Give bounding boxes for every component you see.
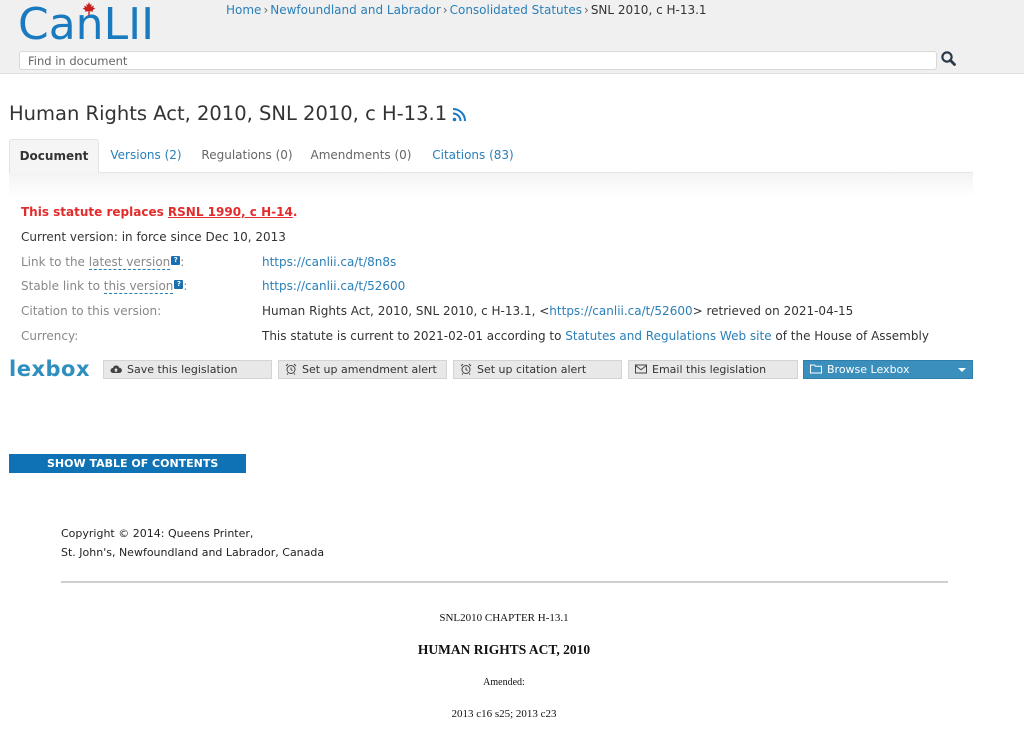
help-icon[interactable]: ? bbox=[171, 256, 181, 265]
button-label: Set up amendment alert bbox=[302, 363, 437, 376]
tab-versions[interactable]: Versions (2) bbox=[101, 139, 191, 173]
tab-citations[interactable]: Citations (83) bbox=[426, 139, 520, 173]
chapter-heading: SNL2010 CHAPTER H-13.1 bbox=[439, 612, 569, 624]
citation-text: Human Rights Act, 2010, SNL 2010, c H-13… bbox=[262, 304, 550, 318]
citation-value: Human Rights Act, 2010, SNL 2010, c H-13… bbox=[262, 304, 853, 318]
tab-amendments[interactable]: Amendments (0) bbox=[304, 139, 418, 173]
dropdown-caret-icon[interactable] bbox=[958, 368, 966, 372]
copyright-notice: Copyright © 2014: Queens Printer, St. Jo… bbox=[61, 524, 324, 562]
page-title-text: Human Rights Act, 2010, SNL 2010, c H-13… bbox=[9, 102, 448, 125]
page-title: Human Rights Act, 2010, SNL 2010, c H-13… bbox=[9, 102, 467, 125]
stable-link-label: Stable link to this version?: bbox=[21, 279, 188, 294]
stable-link-value: https://canlii.ca/t/52600 bbox=[262, 279, 405, 293]
currency-text: This statute is current to 2021-02-01 ac… bbox=[262, 329, 566, 343]
canlii-logo[interactable]: CanLII bbox=[18, 2, 154, 48]
label-text: Stable link to bbox=[21, 279, 104, 293]
folder-icon bbox=[810, 364, 822, 374]
document-tabs: Document Versions (2) Regulations (0) Am… bbox=[9, 139, 973, 197]
breadcrumb-home[interactable]: Home bbox=[226, 3, 261, 17]
button-label: Email this legislation bbox=[652, 363, 767, 376]
this-version-tooltip[interactable]: this version bbox=[103, 279, 174, 294]
statutes-website-link[interactable]: Statutes and Regulations Web site bbox=[565, 329, 771, 343]
lexbox-logo: lexbox bbox=[9, 357, 90, 381]
breadcrumb-separator: › bbox=[584, 3, 589, 17]
breadcrumb-separator: › bbox=[442, 3, 448, 17]
stable-link[interactable]: https://canlii.ca/t/52600 bbox=[262, 279, 405, 293]
tab-regulations[interactable]: Regulations (0) bbox=[193, 139, 301, 173]
replaced-statute-link[interactable]: RSNL 1990, c H-14 bbox=[168, 205, 293, 219]
citation-label: Citation to this version: bbox=[21, 304, 162, 318]
rss-feed-icon[interactable] bbox=[452, 107, 467, 122]
current-version-text: Current version: in force since Dec 10, … bbox=[21, 230, 286, 244]
site-header: CanLII Home › Newfoundland and Labrador › Co… bbox=[0, 0, 1024, 74]
copyright-line-2: St. John's, Newfoundland and Labrador, C… bbox=[61, 546, 325, 559]
breadcrumb-newfoundland[interactable]: Newfoundland and Labrador bbox=[270, 3, 441, 17]
tab-document[interactable]: Document bbox=[9, 139, 99, 173]
amendments-list: 2013 c16 s25; 2013 c23 bbox=[451, 708, 557, 720]
horizontal-divider bbox=[61, 581, 948, 583]
label-colon: : bbox=[183, 279, 188, 293]
cloud-upload-icon bbox=[110, 365, 122, 373]
breadcrumb-current: SNL 2010, c H-13.1 bbox=[590, 3, 707, 17]
button-label: Save this legislation bbox=[127, 363, 238, 376]
latest-version-value: https://canlii.ca/t/8n8s bbox=[262, 255, 396, 269]
citation-retrieved: > retrieved on 2021-04-15 bbox=[692, 304, 854, 318]
notice-suffix: . bbox=[292, 205, 298, 219]
alarm-clock-icon bbox=[285, 363, 297, 375]
replacement-notice: This statute replaces RSNL 1990, c H-14. bbox=[21, 205, 297, 219]
maple-leaf-icon bbox=[82, 2, 96, 16]
latest-version-tooltip[interactable]: latest version bbox=[88, 255, 171, 270]
email-legislation-button[interactable]: Email this legislation bbox=[628, 360, 798, 379]
find-in-document-input[interactable] bbox=[19, 51, 937, 70]
alarm-clock-icon bbox=[460, 363, 472, 375]
breadcrumb-separator: › bbox=[263, 3, 269, 17]
copyright-line-1: Copyright © 2014: Queens Printer, bbox=[61, 527, 254, 540]
currency-suffix: of the House of Assembly bbox=[771, 329, 929, 343]
notice-text: This statute replaces bbox=[21, 205, 168, 219]
citation-alert-button[interactable]: Set up citation alert bbox=[453, 360, 622, 379]
amendment-alert-button[interactable]: Set up amendment alert bbox=[278, 360, 447, 379]
envelope-icon bbox=[635, 364, 647, 374]
label-text: Link to the bbox=[21, 255, 89, 269]
citation-link[interactable]: https://canlii.ca/t/52600 bbox=[549, 304, 692, 318]
amended-label: Amended: bbox=[483, 677, 525, 688]
latest-version-link[interactable]: https://canlii.ca/t/8n8s bbox=[262, 255, 396, 269]
breadcrumb: Home › Newfoundland and Labrador › Consolida… bbox=[226, 3, 707, 17]
search-icon[interactable] bbox=[940, 50, 958, 68]
currency-value: This statute is current to 2021-02-01 ac… bbox=[262, 329, 929, 343]
show-toc-button[interactable]: SHOW TABLE OF CONTENTS bbox=[9, 454, 246, 473]
label-colon: : bbox=[180, 255, 185, 269]
button-label: Browse Lexbox bbox=[827, 363, 910, 376]
save-legislation-button[interactable]: Save this legislation bbox=[103, 360, 272, 379]
currency-label: Currency: bbox=[21, 329, 79, 343]
act-title: HUMAN RIGHTS ACT, 2010 bbox=[417, 642, 591, 657]
latest-version-label: Link to the latest version?: bbox=[21, 255, 185, 270]
browse-lexbox-button[interactable]: Browse Lexbox bbox=[803, 360, 973, 379]
button-label: Set up citation alert bbox=[477, 363, 587, 376]
breadcrumb-consolidated-statutes[interactable]: Consolidated Statutes bbox=[450, 3, 582, 17]
